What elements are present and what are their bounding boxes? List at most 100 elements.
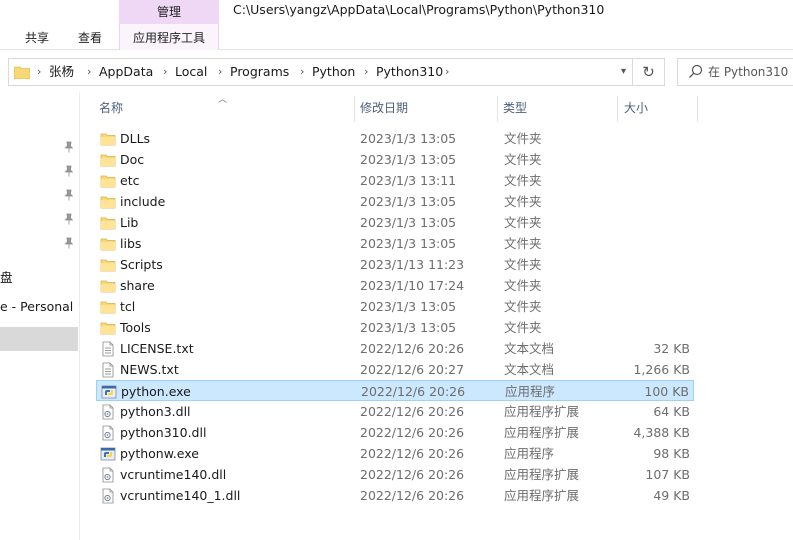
file-row[interactable]: Tools 2023/1/3 13:05 文件夹 [96, 317, 694, 338]
file-row[interactable]: NEWS.txt 2022/12/6 20:27 文本文档 1,266 KB [96, 359, 694, 380]
search-icon [689, 64, 703, 78]
chevron-right-icon[interactable]: › [87, 59, 91, 85]
pin-icon[interactable] [64, 237, 74, 249]
file-name: Tools [120, 320, 151, 335]
file-size: 49 KB [653, 488, 690, 503]
column-header-name[interactable]: 名称 [99, 98, 123, 120]
file-type: 文件夹 [504, 194, 542, 209]
file-name: LICENSE.txt [120, 341, 194, 356]
file-row[interactable]: LICENSE.txt 2022/12/6 20:26 文本文档 32 KB [96, 338, 694, 359]
file-row[interactable]: vcruntime140_1.dll 2022/12/6 20:26 应用程序扩展 4… [96, 485, 694, 506]
file-type: 应用程序扩展 [504, 425, 580, 440]
file-row[interactable]: python.exe 2022/12/6 20:26 应用程序 100 KB [96, 380, 694, 401]
file-row[interactable]: Doc 2023/1/3 13:05 文件夹 [96, 149, 694, 170]
file-type: 文件夹 [504, 257, 542, 272]
file-name: DLLs [120, 131, 151, 146]
file-name: tcl [120, 299, 136, 314]
file-date: 2022/12/6 20:26 [360, 467, 465, 482]
file-date: 2023/1/13 11:23 [360, 257, 465, 272]
pin-icon[interactable] [64, 141, 74, 153]
breadcrumb-python[interactable]: Python [312, 59, 355, 85]
file-date: 2023/1/3 13:05 [360, 131, 457, 146]
file-row[interactable]: libs 2023/1/3 13:05 文件夹 [96, 233, 694, 254]
chevron-right-icon[interactable]: › [163, 59, 167, 85]
file-row[interactable]: pythonw.exe 2022/12/6 20:26 应用程序 98 KB [96, 443, 694, 464]
file-date: 2023/1/3 13:05 [360, 194, 457, 209]
chevron-right-icon[interactable]: › [300, 59, 304, 85]
breadcrumb-programs[interactable]: Programs [230, 59, 289, 85]
file-row[interactable]: Lib 2023/1/3 13:05 文件夹 [96, 212, 694, 233]
breadcrumb-appdata[interactable]: AppData [99, 59, 153, 85]
breadcrumb-user[interactable]: 张杨 [49, 59, 74, 85]
file-date: 2022/12/6 20:26 [360, 404, 465, 419]
pin-icon[interactable] [64, 165, 74, 177]
file-size: 32 KB [653, 341, 690, 356]
file-name: python.exe [121, 384, 191, 399]
file-row[interactable]: DLLs 2023/1/3 13:05 文件夹 [96, 128, 694, 149]
search-box[interactable] [677, 58, 793, 86]
column-divider[interactable] [617, 96, 618, 122]
pin-icon[interactable] [64, 189, 74, 201]
file-date: 2022/12/6 20:26 [360, 425, 465, 440]
tab-share[interactable]: 共享 [25, 28, 49, 48]
chevron-right-icon[interactable]: › [37, 59, 41, 85]
file-date: 2022/12/6 20:26 [360, 341, 465, 356]
file-row[interactable]: python310.dll 2022/12/6 20:26 应用程序扩展 4,388 … [96, 422, 694, 443]
file-name: Lib [120, 215, 139, 230]
column-header-type[interactable]: 类型 [503, 98, 527, 120]
text-file-icon [100, 362, 116, 378]
file-date: 2023/1/3 13:05 [360, 299, 457, 314]
folder-icon [100, 194, 116, 210]
file-row[interactable]: vcruntime140.dll 2022/12/6 20:26 应用程序扩展 107… [96, 464, 694, 485]
file-row[interactable]: Scripts 2023/1/13 11:23 文件夹 [96, 254, 694, 275]
file-row[interactable]: include 2023/1/3 13:05 文件夹 [96, 191, 694, 212]
breadcrumb-local[interactable]: Local [175, 59, 207, 85]
pin-icon[interactable] [64, 213, 74, 225]
column-divider[interactable] [497, 96, 498, 122]
refresh-button[interactable]: ↻ [633, 58, 665, 86]
chevron-down-icon[interactable]: ▾ [621, 59, 626, 85]
nav-item-onedrive-personal[interactable]: e - Personal [0, 299, 73, 314]
folder-icon [100, 320, 116, 336]
file-date: 2022/12/6 20:26 [360, 488, 465, 503]
tab-view[interactable]: 查看 [78, 28, 102, 48]
nav-item-selected[interactable] [0, 327, 78, 351]
file-type: 应用程序扩展 [504, 488, 580, 503]
folder-icon [100, 257, 116, 273]
file-date: 2023/1/3 13:05 [360, 236, 457, 251]
ribbon: 管理 共享 查看 应用程序工具 C:\Users\yangz\AppData\L… [0, 0, 793, 50]
context-tab-header-manage[interactable]: 管理 [119, 0, 219, 24]
folder-icon [100, 278, 116, 294]
dll-file-icon [100, 404, 116, 420]
column-divider[interactable] [697, 96, 698, 122]
file-type: 应用程序扩展 [504, 404, 580, 419]
address-bar[interactable]: › 张杨 › AppData › Local › Programs › Pyth… [8, 58, 633, 86]
column-header-date[interactable]: 修改日期 [360, 98, 408, 120]
tab-application-tools[interactable]: 应用程序工具 [133, 28, 205, 48]
chevron-right-icon[interactable]: › [218, 59, 222, 85]
file-name: NEWS.txt [120, 362, 179, 377]
python-exe-icon [100, 446, 116, 462]
file-name: etc [120, 173, 140, 188]
file-type: 文件夹 [504, 278, 542, 293]
file-type: 应用程序 [505, 384, 556, 399]
column-header-size[interactable]: 大小 [624, 98, 648, 120]
nav-item-drive[interactable]: 盘 [0, 267, 13, 286]
file-type: 文本文档 [504, 341, 555, 356]
file-row[interactable]: tcl 2023/1/3 13:05 文件夹 [96, 296, 694, 317]
file-date: 2023/1/10 17:24 [360, 278, 465, 293]
chevron-right-icon[interactable]: › [364, 59, 368, 85]
file-row[interactable]: python3.dll 2022/12/6 20:26 应用程序扩展 64 KB [96, 401, 694, 422]
breadcrumb-python310[interactable]: Python310 [376, 59, 443, 85]
search-input[interactable] [708, 62, 793, 82]
chevron-right-icon[interactable]: › [445, 59, 449, 85]
file-type: 应用程序扩展 [504, 467, 580, 482]
column-divider[interactable] [354, 96, 355, 122]
file-row[interactable]: share 2023/1/10 17:24 文件夹 [96, 275, 694, 296]
file-size: 64 KB [653, 404, 690, 419]
file-size: 107 KB [645, 467, 690, 482]
sort-ascending-icon: ︿ [218, 95, 228, 105]
file-name: include [120, 194, 166, 209]
file-row[interactable]: etc 2023/1/3 13:11 文件夹 [96, 170, 694, 191]
file-type: 文件夹 [504, 236, 542, 251]
